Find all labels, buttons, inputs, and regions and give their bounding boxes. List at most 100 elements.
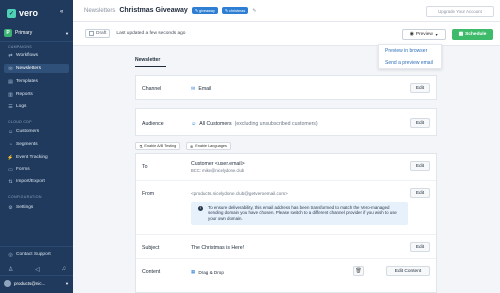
chevron-down-icon: ▼ [434,32,439,37]
sidebar-item-label: Reports [16,92,33,97]
section-cloud-cdp: CLOUD CDP [8,120,32,124]
sidebar-item-customers[interactable]: ☺ Customers [4,127,69,136]
breadcrumb[interactable]: Newsletters [84,8,115,14]
section-campaigns: CAMPAIGNS [8,45,32,49]
audience-label: Audience [142,121,164,127]
draft-label: Draft [96,31,107,36]
sidebar-item-label: Logs [16,104,27,109]
sidebar-item-label: Import/Export [16,179,45,184]
edit-subject-button[interactable]: Edit [410,242,430,252]
to-value: Customer <user.email> [191,161,245,167]
schedule-label: Schedule [465,32,487,37]
from-label: From [142,191,155,197]
section-configuration: CONFIGURATION [8,195,42,199]
support-label: Contact Support [16,252,51,257]
enable-languages-button[interactable]: ⊕ Enable Languages [186,142,231,150]
account-switcher[interactable]: P Primary ▼ [4,28,69,38]
subject-value: The Christmas is Here! [191,245,245,251]
flask-icon: ⚗ [139,144,143,149]
newsletter-icon: ✉ [8,65,13,72]
tag-christmas[interactable]: ✎ christmas [221,7,249,14]
message-panel: To Customer <user.email> BCC: mike@nicel… [135,153,437,293]
forms-icon: ▭ [8,166,13,173]
edit-from-button[interactable]: Edit [410,188,430,198]
event-tracking-icon: ⚡ [7,154,14,161]
sidebar-item-label: Forms [16,167,30,172]
sidebar: ✓ vero « P Primary ▼ CAMPAIGNS ⇄ Workflo… [0,0,73,293]
contact-support-link[interactable]: ◎ Contact Support [4,250,69,259]
sidebar-item-event-tracking[interactable]: ⚡ Event Tracking [4,153,69,162]
user-menu[interactable]: products@nic... ▼ [4,279,69,288]
team-icon[interactable]: ♙ [8,266,13,273]
calendar-icon: ▦ [458,32,464,37]
audience-value: ☺ All Customers (excluding unsubscribed … [191,121,318,127]
reports-icon: ▥ [8,91,13,98]
chevron-down-icon: ▼ [65,30,69,36]
info-icon: i [198,206,203,211]
newsletter-editor: Newsletter Channel ✉ Email Edit Audience… [73,46,500,293]
divider [0,275,73,276]
enable-ab-testing-button[interactable]: ⚗ Enable A/B Testing [135,142,181,150]
sidebar-item-reports[interactable]: ▥ Reports [4,90,69,99]
notification-bell-icon[interactable]: ♫ [61,266,66,273]
collapse-sidebar-icon[interactable]: « [60,9,68,17]
divider [136,234,436,235]
sidebar-item-label: Event Tracking [16,155,48,160]
logs-icon: ☰ [8,103,13,110]
sidebar-utility-icons: ♙ ◁ ♫ [8,266,66,273]
audience-text: All Customers [199,121,232,127]
languages-label: Enable Languages [195,144,227,148]
announcement-icon[interactable]: ◁ [35,266,40,273]
tab-newsletter[interactable]: Newsletter [135,57,160,63]
delete-content-button[interactable]: 🗑 [353,266,364,276]
template-icon: ▤ [8,78,13,85]
sidebar-item-label: Newsletters [16,66,42,71]
brand-name: vero [19,8,39,18]
tag-icon: ✎ [194,9,199,13]
sidebar-item-newsletters[interactable]: ✉ Newsletters [4,64,69,73]
last-updated-text: Last updated a few seconds ago [116,31,186,36]
edit-to-button[interactable]: Edit [410,161,430,171]
sidebar-item-templates[interactable]: ▤ Templates [4,77,69,86]
content-type: Drag & Drop [198,269,224,275]
import-export-icon: ⇅ [8,178,13,185]
divider [136,180,436,181]
segments-icon: ◔ [8,141,13,148]
workflow-icon: ⇄ [8,52,13,59]
account-name: Primary [15,30,33,36]
globe-icon: ⊕ [190,144,194,149]
logo[interactable]: ✓ vero [7,8,38,18]
sidebar-item-import-export[interactable]: ⇅ Import/Export [4,177,69,186]
preview-button[interactable]: ◉ Preview ▼ [402,29,446,40]
divider [136,258,436,259]
menu-item-send-preview-email[interactable]: Send a preview email [385,60,433,66]
sidebar-item-forms[interactable]: ▭ Forms [4,165,69,174]
eye-icon: ◉ [409,32,414,37]
chevron-down-icon: ▼ [65,281,69,286]
sidebar-item-settings[interactable]: ⚙ Settings [4,203,69,212]
content-value: ▦ Drag & Drop [191,269,224,275]
content-label: Content [142,269,161,275]
edit-content-button[interactable]: Edit Content [386,266,430,276]
edit-audience-button[interactable]: Edit [410,118,430,128]
vero-logo-icon: ✓ [7,8,16,18]
draft-checkbox[interactable] [89,31,94,36]
audience-panel: Audience ☺ All Customers (excluding unsu… [135,108,437,136]
divider [0,246,73,247]
tag-giveaway[interactable]: ✎ giveaway [191,7,218,14]
menu-item-preview-in-browser[interactable]: Preview in browser [385,48,427,54]
edit-channel-button[interactable]: Edit [410,83,430,93]
schedule-button[interactable]: ▦ Schedule [452,29,493,40]
tag-label: giveaway [199,8,215,13]
sidebar-item-logs[interactable]: ☰ Logs [4,102,69,111]
user-email: products@nic... [14,281,46,286]
sidebar-item-label: Workflows [16,53,39,58]
support-icon: ◎ [8,251,13,258]
sidebar-item-workflows[interactable]: ⇄ Workflows [4,51,69,60]
customers-icon: ☺ [7,128,14,135]
sidebar-item-segments[interactable]: ◔ Segments [4,140,69,149]
draft-toggle[interactable]: Draft [85,29,111,38]
channel-text: Email [198,86,212,92]
upgrade-account-button[interactable]: Upgrade Your Account [426,6,494,17]
pencil-icon[interactable]: ✎ [252,8,256,14]
